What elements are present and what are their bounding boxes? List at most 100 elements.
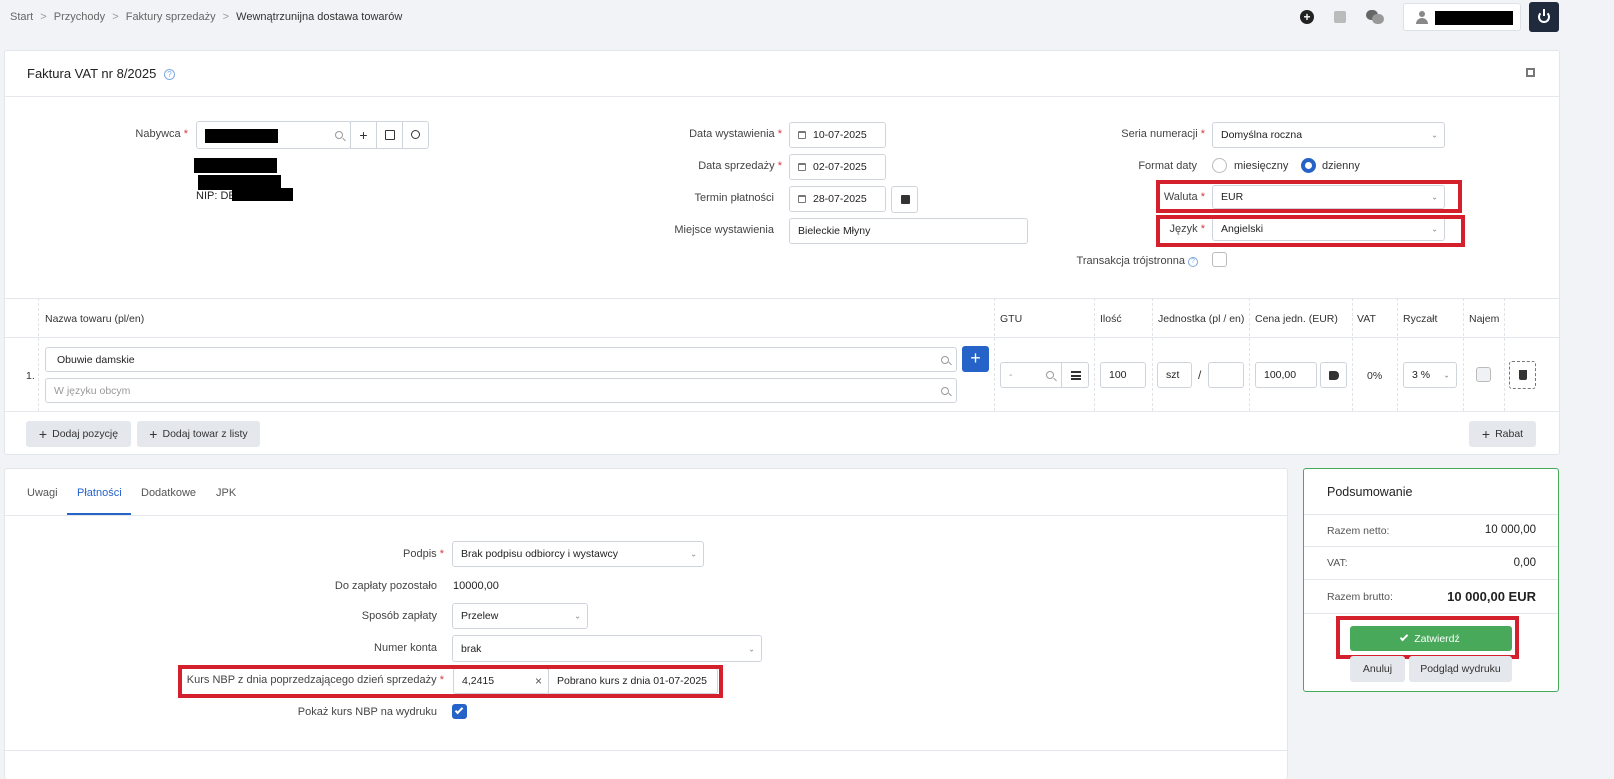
add-circle-icon[interactable]: + [1300, 10, 1314, 24]
trash-icon [1519, 370, 1527, 380]
buyer-label: Nabywca [135, 128, 181, 140]
breadcrumb-current: Wewnątrzunijna dostawa towarów [236, 11, 403, 23]
print-preview-button[interactable]: Podgląd wydruku [1409, 656, 1512, 682]
nbp-rate-input[interactable]: 4,2415 × [453, 668, 549, 694]
nbp-rate-info: Pobrano kurs z dnia 01-07-2025 [548, 668, 718, 694]
place-label: Miejsce wystawienia [674, 224, 774, 236]
clear-icon[interactable]: × [535, 674, 542, 688]
signature-label: Podpis [403, 548, 437, 560]
place-input[interactable]: Bieleckie Młyny [789, 218, 1028, 244]
show-nbp-label: Pokaż kurs NBP na wydruku [297, 706, 437, 718]
series-select[interactable]: Domyślna roczna ⌄ [1212, 122, 1445, 148]
breadcrumb-revenue[interactable]: Przychody [54, 11, 105, 23]
date-format-monthly-radio[interactable] [1212, 158, 1227, 173]
vat-value: 0% [1367, 370, 1383, 382]
net-value: 10 000,00 [1484, 524, 1536, 536]
language-select[interactable]: Angielski ⌄ [1212, 217, 1445, 241]
add-position-button[interactable]: + Dodaj pozycję [26, 421, 131, 447]
date-format-monthly-label: miesięczny [1234, 160, 1289, 172]
triangular-checkbox[interactable] [1212, 252, 1227, 267]
language-label: Język [1169, 223, 1198, 235]
user-icon [1416, 11, 1428, 24]
user-menu[interactable] [1403, 3, 1521, 31]
rent-checkbox[interactable] [1476, 367, 1491, 382]
series-label: Seria numeracji [1121, 128, 1198, 140]
breadcrumb: Start > Przychody > Faktury sprzedaży > … [10, 11, 403, 23]
help-icon[interactable]: ? [163, 69, 175, 80]
calendar-icon [798, 131, 806, 139]
due-date-input[interactable]: 28-07-2025 [789, 186, 886, 212]
buyer-name-redacted [194, 158, 277, 173]
remaining-value: 10000,00 [453, 580, 499, 592]
currency-select[interactable]: EUR ⌄ [1212, 185, 1445, 209]
vat-label: VAT: [1327, 557, 1348, 569]
fullscreen-icon[interactable] [1526, 68, 1535, 77]
buyer-input[interactable] [196, 121, 351, 149]
tab-jpk[interactable]: JPK [216, 487, 236, 499]
calendar-icon [798, 163, 806, 171]
notes-icon[interactable] [1334, 11, 1346, 23]
gtu-list-button[interactable] [1061, 362, 1089, 388]
confirm-button[interactable]: Zatwierdź [1350, 626, 1512, 651]
issue-date-label: Data wystawienia [689, 128, 775, 140]
search-icon [941, 355, 949, 364]
sale-date-input[interactable]: 02-07-2025 [789, 154, 886, 180]
sale-date-label: Data sprzedaży [698, 160, 775, 172]
nbp-rate-label: Kurs NBP z dnia poprzedzającego dzień sp… [186, 674, 437, 686]
triangular-label: Transakcja trójstronna [1076, 255, 1185, 267]
search-icon [1046, 371, 1054, 379]
col-unit: Jednostka (pl / en) [1158, 313, 1245, 325]
help-icon[interactable]: ? [1188, 257, 1198, 267]
cancel-button[interactable]: Anuluj [1350, 656, 1405, 682]
remaining-label: Do zapłaty pozostało [334, 580, 437, 592]
price-input[interactable]: 100,00 [1255, 362, 1317, 388]
quantity-input[interactable]: 100 [1100, 362, 1146, 388]
gtu-input[interactable]: - [1000, 362, 1062, 388]
signature-select[interactable]: Brak podpisu odbiorcy i wystawcy ⌄ [452, 541, 704, 567]
row-index: 1. [26, 370, 35, 382]
col-vat: VAT [1357, 313, 1376, 325]
edit-icon [385, 130, 395, 140]
payment-method-select[interactable]: Przelew ⌄ [452, 603, 588, 629]
search-icon [941, 386, 949, 395]
col-rent: Najem [1469, 313, 1500, 325]
account-number-select[interactable]: brak ⌄ [452, 635, 762, 662]
buyer-add-button[interactable]: + [350, 121, 377, 149]
buyer-edit-button[interactable] [376, 121, 403, 149]
chat-icon[interactable] [1366, 10, 1385, 24]
tab-additional[interactable]: Dodatkowe [141, 487, 196, 499]
item-name-input[interactable]: Obuwie damskie [45, 347, 957, 372]
search-icon [411, 130, 420, 139]
add-from-list-button[interactable]: + Dodaj towar z listy [137, 421, 260, 447]
item-foreign-name-input[interactable]: W języku obcym [45, 378, 957, 403]
col-price: Cena jedn. (EUR) [1255, 313, 1338, 325]
delete-row-button[interactable] [1509, 361, 1536, 389]
account-number-label: Numer konta [374, 642, 437, 654]
price-tag-button[interactable] [1320, 362, 1347, 388]
tag-icon [1329, 371, 1339, 380]
buyer-search-button[interactable] [402, 121, 429, 149]
breadcrumb-start[interactable]: Start [10, 11, 33, 23]
tab-payments[interactable]: Płatności [77, 487, 122, 499]
lump-sum-select[interactable]: 3 % ⌄ [1403, 362, 1457, 388]
unit-pl-input[interactable]: szt [1157, 362, 1192, 388]
col-lump-sum: Ryczałt [1403, 313, 1438, 325]
buyer-nip-redacted [232, 188, 293, 201]
due-date-picker-button[interactable] [891, 186, 918, 213]
search-icon [335, 131, 343, 139]
summary-title: Podsumowanie [1327, 485, 1413, 499]
check-icon [1399, 632, 1409, 642]
tab-notes[interactable]: Uwagi [27, 487, 58, 499]
buyer-nip: NIP: DE [196, 190, 236, 202]
invoice-title: Faktura VAT nr 8/2025 ? [27, 66, 175, 81]
add-item-button[interactable]: + [962, 346, 989, 372]
breadcrumb-sales-invoices[interactable]: Faktury sprzedaży [126, 11, 216, 23]
calendar-icon [901, 195, 910, 204]
discount-button[interactable]: + Rabat [1469, 421, 1536, 447]
show-nbp-checkbox[interactable] [452, 704, 467, 719]
user-name-redacted [1435, 11, 1513, 25]
power-button[interactable] [1529, 2, 1559, 32]
issue-date-input[interactable]: 10-07-2025 [789, 122, 886, 148]
date-format-daily-radio[interactable] [1301, 158, 1316, 173]
unit-en-input[interactable] [1208, 362, 1244, 388]
